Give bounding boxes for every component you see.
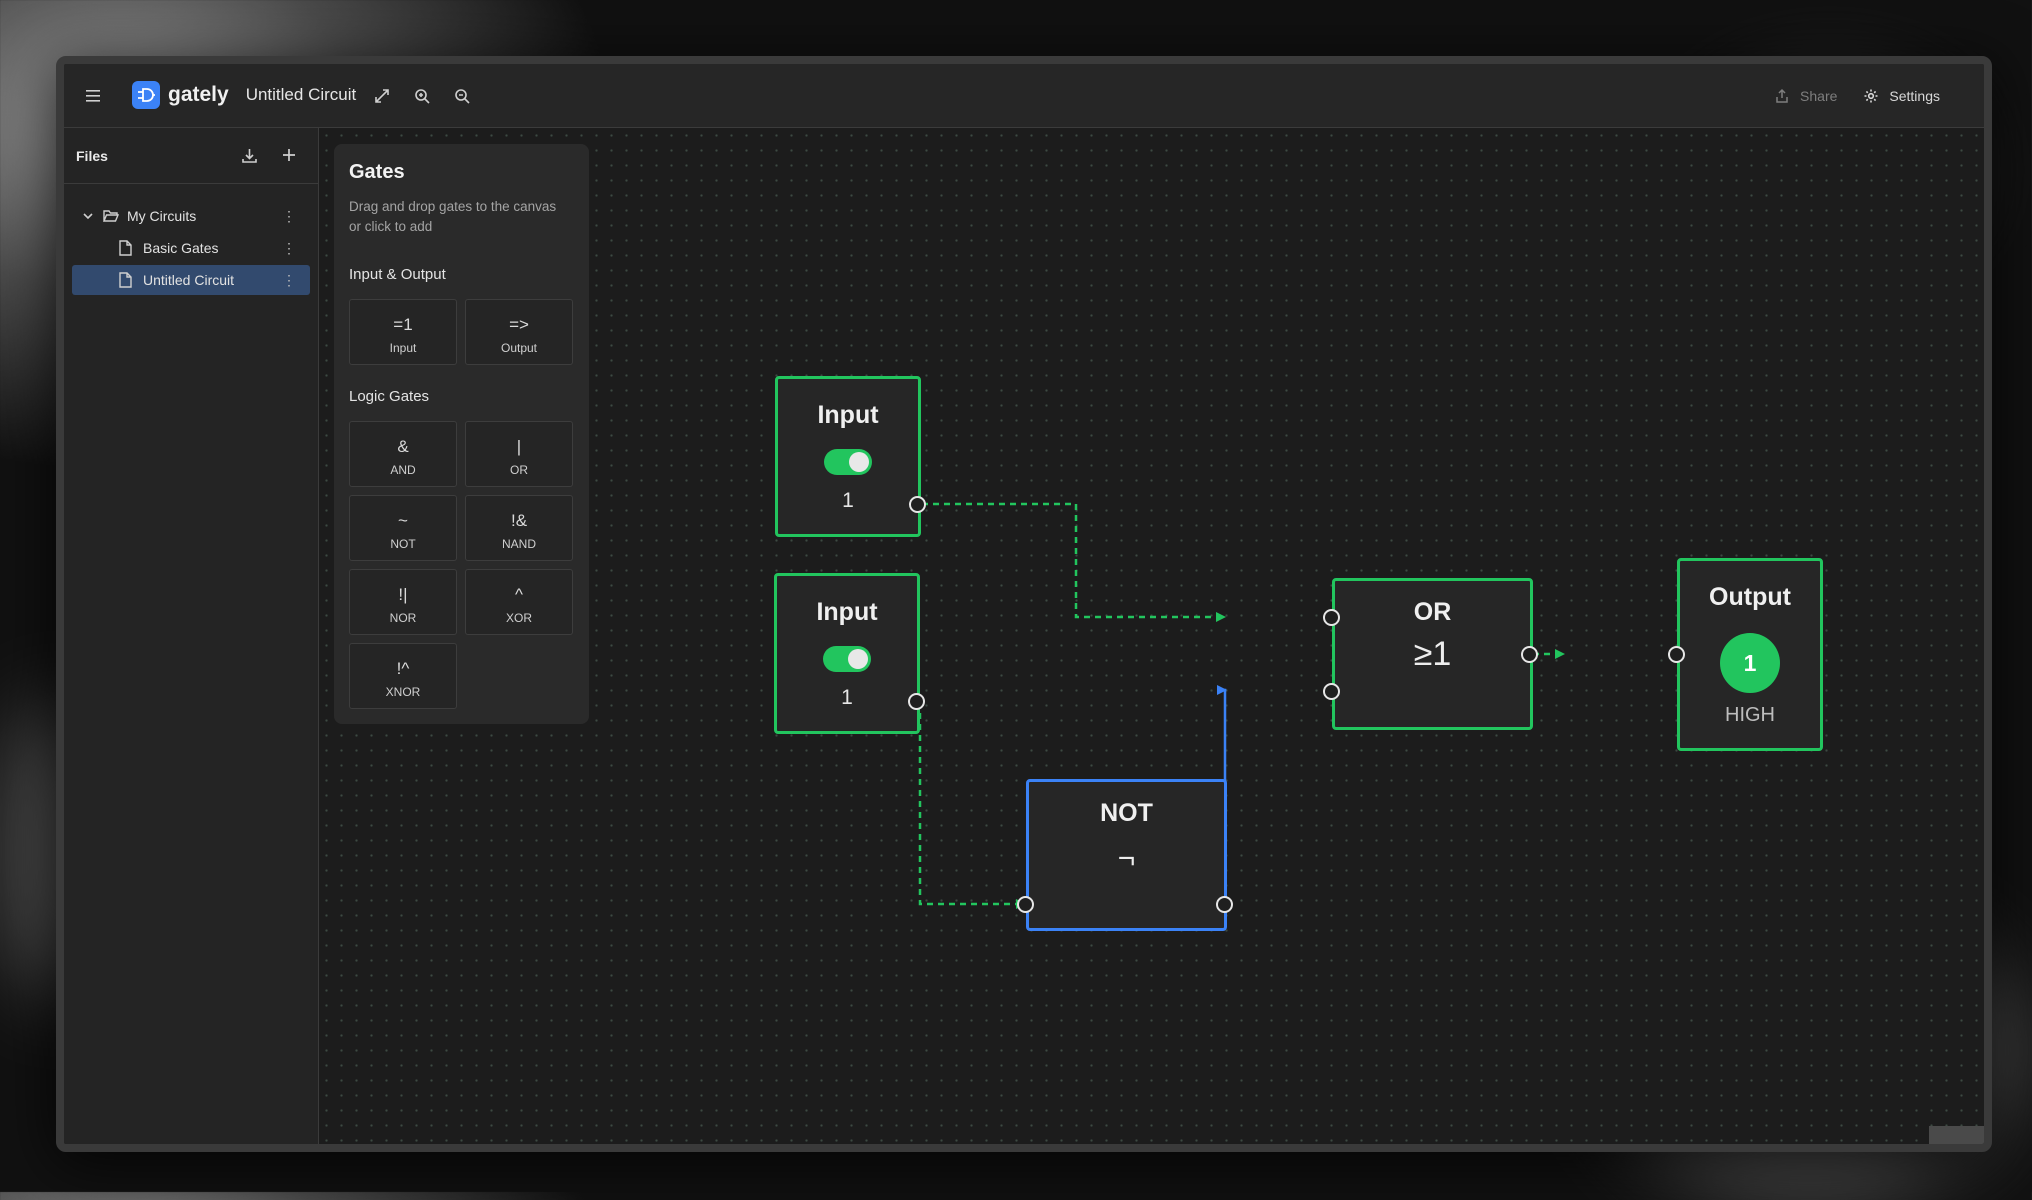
output-port[interactable] (908, 693, 925, 710)
node-title: Input (817, 401, 879, 429)
input-value: 1 (842, 489, 854, 512)
tree-folder-my-circuits[interactable]: My Circuits ⋮ (72, 201, 310, 231)
tree-file-untitled-circuit[interactable]: Untitled Circuit ⋮ (72, 265, 310, 295)
or-gate-node[interactable]: OR ≥1 (1332, 578, 1533, 730)
input-port[interactable] (1323, 609, 1340, 626)
gate-symbol: ¬ (1117, 842, 1136, 875)
tree-item-label: My Circuits (127, 208, 197, 224)
node-title: Input (816, 598, 878, 626)
zoom-in-icon[interactable] (413, 87, 431, 105)
folder-open-icon (103, 209, 119, 223)
files-title: Files (76, 147, 108, 164)
menu-icon[interactable] (84, 86, 104, 106)
output-indicator: 1 (1720, 633, 1780, 693)
app-window: gately Untitled Circuit Share Settings F… (56, 56, 1992, 1152)
output-state: HIGH (1725, 704, 1775, 726)
tree-item-label: Untitled Circuit (143, 272, 235, 288)
input-port[interactable] (1323, 683, 1340, 700)
output-port[interactable] (1521, 646, 1538, 663)
node-title: NOT (1100, 799, 1153, 827)
tree-file-basic-gates[interactable]: Basic Gates ⋮ (72, 233, 310, 263)
app-name: gately (168, 83, 229, 106)
circuit-canvas[interactable]: Gates Drag and drop gates to the canvas … (319, 128, 1984, 1144)
input-port[interactable] (1668, 646, 1685, 663)
document-title[interactable]: Untitled Circuit (246, 85, 357, 105)
chevron-down-icon[interactable] (82, 210, 94, 222)
top-bar: gately Untitled Circuit Share Settings (64, 64, 1984, 128)
files-sidebar: Files My Circuits ⋮ Basic Gates ⋮ Untitl… (64, 128, 319, 1144)
node-title: Output (1709, 583, 1791, 611)
file-icon (119, 240, 132, 256)
zoom-out-icon[interactable] (453, 87, 471, 105)
input-node-2[interactable]: Input 1 (774, 573, 920, 734)
output-value: 1 (1743, 649, 1757, 676)
download-icon[interactable] (241, 147, 258, 164)
input-value: 1 (841, 686, 853, 709)
input-port[interactable] (1017, 896, 1034, 913)
share-button[interactable]: Share (1800, 88, 1837, 104)
more-options-icon[interactable]: ⋮ (282, 240, 296, 256)
file-icon (119, 272, 132, 288)
not-gate-node[interactable]: NOT ¬ (1026, 779, 1227, 931)
input-node-1[interactable]: Input 1 (775, 376, 921, 537)
files-header: Files (64, 128, 318, 184)
settings-button[interactable]: Settings (1889, 88, 1940, 104)
gate-symbol: ≥1 (1413, 635, 1452, 673)
node-title: OR (1413, 598, 1452, 626)
input-toggle[interactable] (824, 449, 872, 475)
app-logo-icon (132, 81, 160, 109)
fit-view-icon[interactable] (373, 87, 391, 105)
more-options-icon[interactable]: ⋮ (282, 208, 296, 224)
add-file-icon[interactable] (281, 147, 297, 163)
settings-icon[interactable] (1863, 88, 1879, 104)
minimap-corner[interactable] (1929, 1126, 1984, 1144)
tree-item-label: Basic Gates (143, 240, 219, 256)
share-icon[interactable] (1774, 88, 1790, 104)
output-port[interactable] (1216, 896, 1233, 913)
output-node[interactable]: Output 1 HIGH (1677, 558, 1823, 751)
output-port[interactable] (909, 496, 926, 513)
more-options-icon[interactable]: ⋮ (282, 272, 296, 288)
input-toggle[interactable] (823, 646, 871, 672)
info-button[interactable] (266, 1148, 302, 1152)
